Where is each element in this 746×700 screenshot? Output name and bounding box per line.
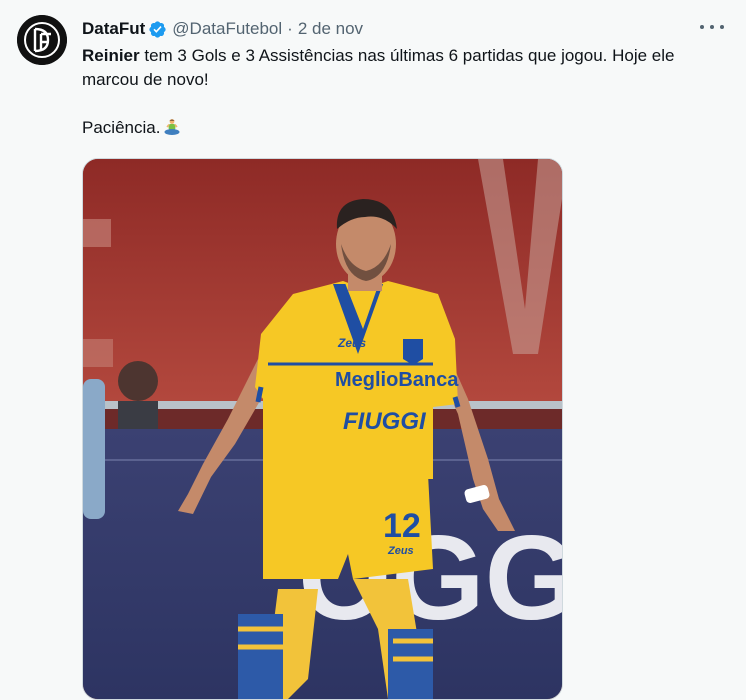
tweet[interactable]: DataFut @DataFutebol · 2 de nov Reinier … xyxy=(0,0,746,700)
more-options-icon[interactable] xyxy=(700,17,724,37)
separator-dot: · xyxy=(287,19,293,38)
avatar[interactable] xyxy=(17,15,67,65)
verified-badge-icon[interactable] xyxy=(148,20,167,39)
datafut-logo-icon xyxy=(17,15,67,65)
tweet-header: DataFut @DataFutebol · 2 de nov xyxy=(82,17,726,41)
tweet-text: Reinier tem 3 Gols e 3 Assistências nas … xyxy=(82,44,732,140)
author-name[interactable]: DataFut xyxy=(82,19,145,39)
author-handle[interactable]: @DataFutebol xyxy=(172,19,282,39)
tweet-date[interactable]: 2 de nov xyxy=(298,19,363,39)
tweet-text-line1: tem 3 Gols e 3 Assistências nas últimas … xyxy=(82,46,675,89)
tweet-photo[interactable]: OGG 12 Zeus MeglioBanca FIUGGI Zeus xyxy=(82,158,563,700)
jersey-brand: Zeus xyxy=(337,336,366,350)
tweet-text-line2: Paciência. xyxy=(82,118,161,137)
jersey-sponsor-front: FIUGGI xyxy=(343,408,427,435)
person-in-lotus-position-emoji xyxy=(164,119,180,135)
jersey-sponsor-main: MeglioBanca xyxy=(335,369,459,391)
player-photo: OGG 12 Zeus MeglioBanca FIUGGI Zeus xyxy=(83,159,562,699)
shorts-brand: Zeus xyxy=(387,545,414,557)
jersey-number: 12 xyxy=(383,507,421,545)
mention-name: Reinier xyxy=(82,46,140,65)
